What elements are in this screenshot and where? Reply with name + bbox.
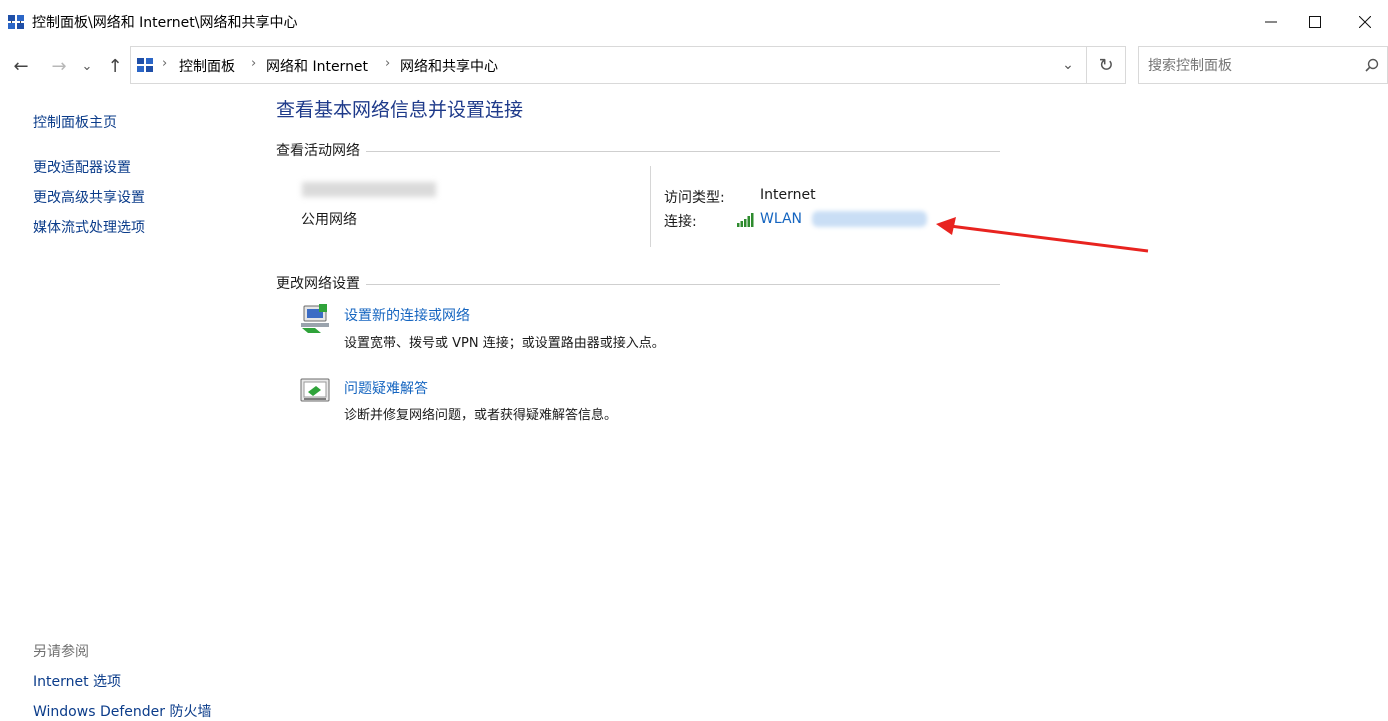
forward-button[interactable]: → [46,52,72,80]
up-button[interactable]: ↑ [102,52,128,80]
chevron-down-icon: ⌄ [81,58,93,74]
minimize-icon [1265,21,1277,23]
access-type-value: Internet [760,187,816,203]
change-settings-heading: 更改网络设置 [276,273,366,293]
network-icon [8,15,24,29]
page-title: 查看基本网络信息并设置连接 [276,99,524,121]
search-icon[interactable] [1365,58,1379,72]
sidebar-home-link[interactable]: 控制面板主页 [33,112,117,132]
annotation-arrow [936,217,1149,253]
section-divider [276,151,1000,152]
minimize-button[interactable] [1248,0,1294,44]
breadcrumb-separator[interactable]: › [385,56,390,71]
forward-arrow-icon: → [51,55,67,77]
network-name-redacted [302,182,436,197]
sidebar-advanced-sharing-link[interactable]: 更改高级共享设置 [33,187,145,207]
window-title: 控制面板\网络和 Internet\网络和共享中心 [32,15,298,31]
setup-connection-link[interactable]: 设置新的连接或网络 [344,305,470,325]
vertical-divider [650,166,651,247]
access-type-label: 访问类型: [664,190,725,206]
recent-locations-button[interactable]: ⌄ [77,52,97,80]
ssid-redacted [812,211,927,227]
breadcrumb-separator[interactable]: › [251,56,256,71]
sidebar-change-adapter-link[interactable]: 更改适配器设置 [33,157,131,177]
back-arrow-icon: ← [13,55,29,77]
troubleshoot-icon [300,378,330,402]
sidebar-media-streaming-link[interactable]: 媒体流式处理选项 [33,217,145,237]
connection-label: 连接: [664,214,697,230]
title-bar: 控制面板\网络和 Internet\网络和共享中心 [0,0,1388,44]
refresh-button[interactable]: ↻ [1087,46,1126,84]
see-also-heading: 另请参阅 [33,644,89,660]
wifi-signal-icon [737,213,754,227]
close-button[interactable] [1342,0,1388,44]
maximize-icon [1309,16,1321,28]
search-input[interactable] [1146,53,1355,79]
chevron-down-icon: ⌄ [1062,57,1074,73]
maximize-button[interactable] [1292,0,1338,44]
close-icon [1359,16,1371,28]
section-divider [276,284,1000,285]
active-networks-heading: 查看活动网络 [276,140,366,160]
breadcrumb-sharing-center[interactable]: 网络和共享中心 [400,56,498,76]
control-panel-icon [137,58,153,72]
setup-connection-desc: 设置宽带、拨号或 VPN 连接；或设置路由器或接入点。 [344,336,665,351]
breadcrumb-network-internet[interactable]: 网络和 Internet [266,56,368,76]
new-connection-icon [301,304,329,333]
connection-wlan-link[interactable]: WLAN [760,211,802,227]
address-dropdown-button[interactable]: ⌄ [1058,52,1078,78]
up-arrow-icon: ↑ [107,55,123,77]
troubleshoot-desc: 诊断并修复网络问题，或者获得疑难解答信息。 [344,408,618,423]
refresh-icon: ↻ [1098,54,1114,76]
see-also-firewall[interactable]: Windows Defender 防火墙 [33,701,211,721]
breadcrumb-separator: › [162,56,168,71]
back-button[interactable]: ← [8,52,34,80]
see-also-internet-options[interactable]: Internet 选项 [33,671,121,691]
network-type-label: 公用网络 [301,212,357,228]
breadcrumb-control-panel[interactable]: 控制面板 [179,56,235,76]
troubleshoot-link[interactable]: 问题疑难解答 [344,378,428,398]
